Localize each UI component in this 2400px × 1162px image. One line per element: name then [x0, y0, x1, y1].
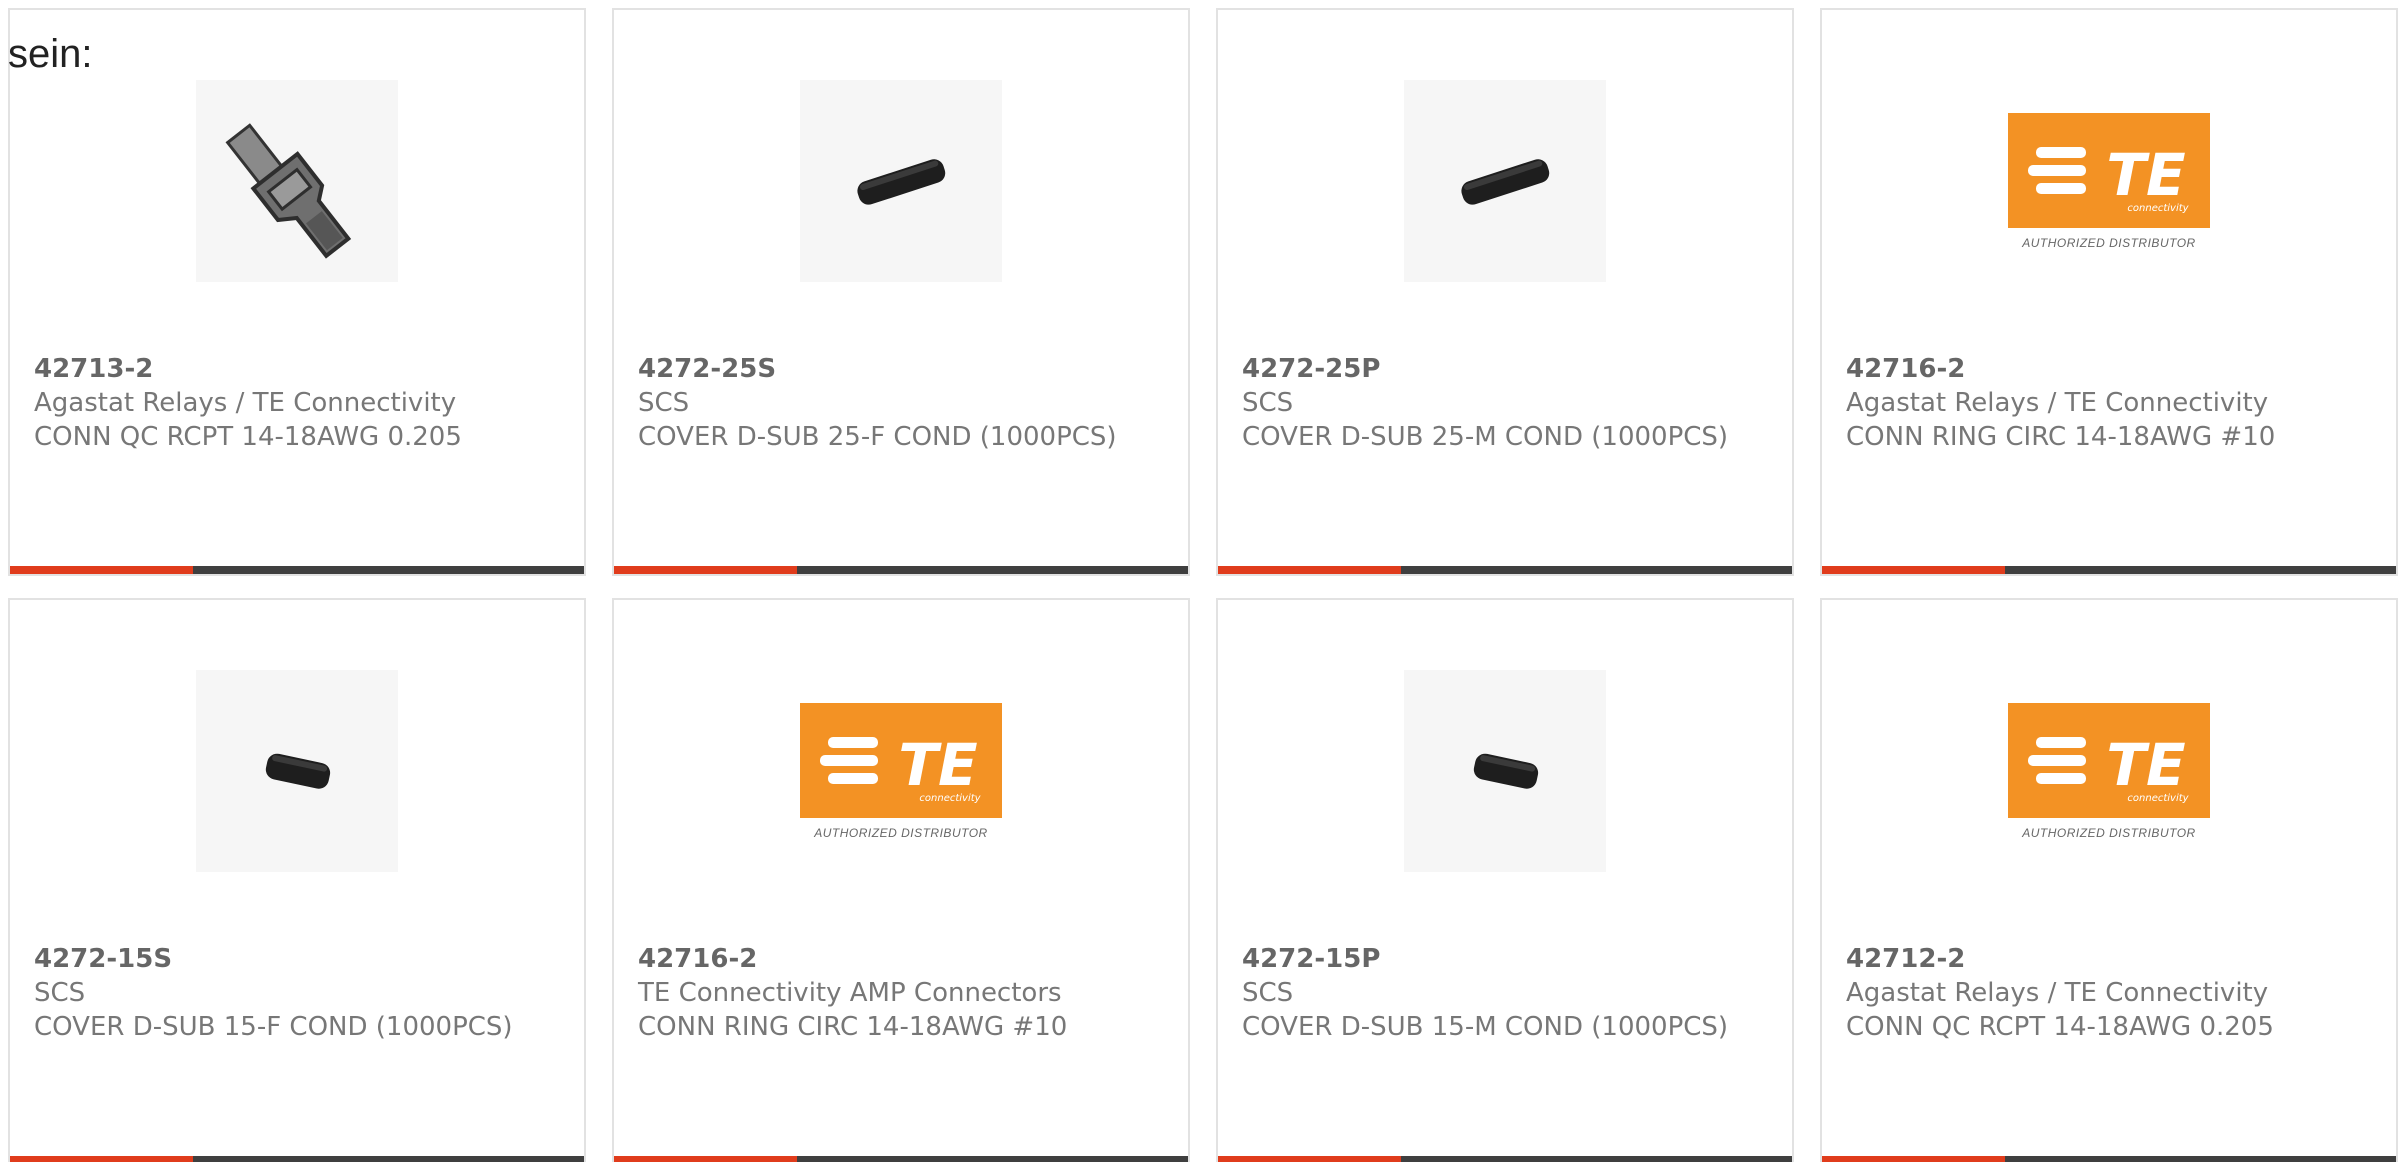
description: CONN QC RCPT 14-18AWG 0.205 [1846, 1012, 2274, 1042]
product-image[interactable]: TE connectivity AUTHORIZED DISTRIBUTOR [2008, 80, 2210, 282]
product-grid: 42713-2 Agastat Relays / TE Connectivity… [8, 8, 2400, 1162]
manufacturer: Agastat Relays / TE Connectivity [1846, 388, 2269, 418]
product-info: 42716-2 Agastat Relays / TE Connectivity… [1846, 352, 2366, 454]
te-logo-box: TE connectivity [2008, 112, 2210, 228]
card-accent-bar [1218, 566, 1401, 574]
logo-caption: AUTHORIZED DISTRIBUTOR [2022, 825, 2196, 840]
part-number[interactable]: 42713-2 [34, 352, 554, 386]
manufacturer: SCS [1242, 388, 1294, 418]
product-info: 42712-2 Agastat Relays / TE Connectivity… [1846, 942, 2366, 1044]
part-number[interactable]: 4272-15S [34, 942, 554, 976]
product-card[interactable]: 4272-15S SCS COVER D-SUB 15-F COND (1000… [8, 598, 586, 1162]
product-info: 4272-15P SCS COVER D-SUB 15-M COND (1000… [1242, 942, 1762, 1044]
product-image[interactable] [800, 80, 1002, 282]
product-image[interactable] [1404, 670, 1606, 872]
dsub-cover-icon [265, 753, 331, 789]
manufacturer: Agastat Relays / TE Connectivity [1846, 978, 2269, 1008]
manufacturer: Agastat Relays / TE Connectivity [34, 388, 457, 418]
card-bottom-bar [10, 1156, 584, 1162]
product-info: 4272-15S SCS COVER D-SUB 15-F COND (1000… [34, 942, 554, 1044]
logo-caption: AUTHORIZED DISTRIBUTOR [814, 825, 988, 840]
card-bottom-bar [1218, 566, 1792, 574]
te-authorized-distributor-logo: TE connectivity AUTHORIZED DISTRIBUTOR [2008, 702, 2210, 840]
description: CONN RING CIRC 14-18AWG #10 [638, 1012, 1068, 1042]
product-info: 42716-2 TE Connectivity AMP Connectors C… [638, 942, 1158, 1044]
card-bottom-bar [1822, 1156, 2396, 1162]
product-info: 4272-25S SCS COVER D-SUB 25-F COND (1000… [638, 352, 1158, 454]
description: CONN RING CIRC 14-18AWG #10 [1846, 422, 2276, 452]
card-accent-bar [1822, 566, 2005, 574]
manufacturer: TE Connectivity AMP Connectors [638, 978, 1062, 1008]
part-number[interactable]: 4272-25S [638, 352, 1158, 386]
quick-connect-receptacle-icon [225, 123, 352, 259]
manufacturer: SCS [1242, 978, 1294, 1008]
card-bottom-bar [1218, 1156, 1792, 1162]
manufacturer: SCS [638, 388, 690, 418]
svg-text:TE: TE [2106, 731, 2185, 799]
product-image[interactable] [1404, 80, 1606, 282]
description: COVER D-SUB 15-F COND (1000PCS) [34, 1012, 513, 1042]
svg-text:connectivity: connectivity [2127, 203, 2189, 214]
product-card[interactable]: TE connectivity AUTHORIZED DISTRIBUTOR 4… [612, 598, 1190, 1162]
description: COVER D-SUB 15-M COND (1000PCS) [1242, 1012, 1729, 1042]
product-card[interactable]: 4272-25P SCS COVER D-SUB 25-M COND (1000… [1216, 8, 1794, 576]
product-card[interactable]: 4272-15P SCS COVER D-SUB 15-M COND (1000… [1216, 598, 1794, 1162]
card-accent-bar [1218, 1156, 1401, 1162]
card-accent-bar [614, 566, 797, 574]
product-card[interactable]: 4272-25S SCS COVER D-SUB 25-F COND (1000… [612, 8, 1190, 576]
product-image[interactable] [196, 80, 398, 282]
product-image[interactable]: TE connectivity AUTHORIZED DISTRIBUTOR [800, 670, 1002, 872]
description: COVER D-SUB 25-M COND (1000PCS) [1242, 422, 1729, 452]
dsub-cover-icon [1473, 753, 1539, 789]
product-info: 4272-25P SCS COVER D-SUB 25-M COND (1000… [1242, 352, 1762, 454]
dsub-cover-icon [1461, 159, 1550, 205]
product-image[interactable] [196, 670, 398, 872]
logo-caption: AUTHORIZED DISTRIBUTOR [2022, 235, 2196, 250]
te-logo-box: TE connectivity [800, 702, 1002, 818]
part-number[interactable]: 42712-2 [1846, 942, 2366, 976]
manufacturer: SCS [34, 978, 86, 1008]
card-accent-bar [614, 1156, 797, 1162]
card-bottom-bar [10, 566, 584, 574]
intro-text: sein: [8, 32, 93, 76]
svg-text:TE: TE [2106, 141, 2185, 209]
card-accent-bar [10, 1156, 193, 1162]
svg-text:connectivity: connectivity [2127, 793, 2189, 804]
page: sein: 42713-2 Agastat Relays / TE Connec… [0, 0, 2400, 1162]
description: COVER D-SUB 25-F COND (1000PCS) [638, 422, 1117, 452]
part-number[interactable]: 42716-2 [638, 942, 1158, 976]
part-number[interactable]: 4272-15P [1242, 942, 1762, 976]
product-image[interactable]: TE connectivity AUTHORIZED DISTRIBUTOR [2008, 670, 2210, 872]
card-accent-bar [10, 566, 193, 574]
card-bottom-bar [614, 566, 1188, 574]
description: CONN QC RCPT 14-18AWG 0.205 [34, 422, 462, 452]
svg-text:connectivity: connectivity [919, 793, 981, 804]
product-card[interactable]: TE connectivity AUTHORIZED DISTRIBUTOR 4… [1820, 598, 2398, 1162]
part-number[interactable]: 4272-25P [1242, 352, 1762, 386]
svg-text:TE: TE [898, 731, 977, 799]
dsub-cover-icon [857, 159, 946, 205]
product-info: 42713-2 Agastat Relays / TE Connectivity… [34, 352, 554, 454]
card-bottom-bar [614, 1156, 1188, 1162]
product-card[interactable]: 42713-2 Agastat Relays / TE Connectivity… [8, 8, 586, 576]
part-number[interactable]: 42716-2 [1846, 352, 2366, 386]
product-card[interactable]: TE connectivity AUTHORIZED DISTRIBUTOR 4… [1820, 8, 2398, 576]
card-accent-bar [1822, 1156, 2005, 1162]
te-authorized-distributor-logo: TE connectivity AUTHORIZED DISTRIBUTOR [2008, 112, 2210, 250]
card-bottom-bar [1822, 566, 2396, 574]
te-authorized-distributor-logo: TE connectivity AUTHORIZED DISTRIBUTOR [800, 702, 1002, 840]
te-logo-box: TE connectivity [2008, 702, 2210, 818]
